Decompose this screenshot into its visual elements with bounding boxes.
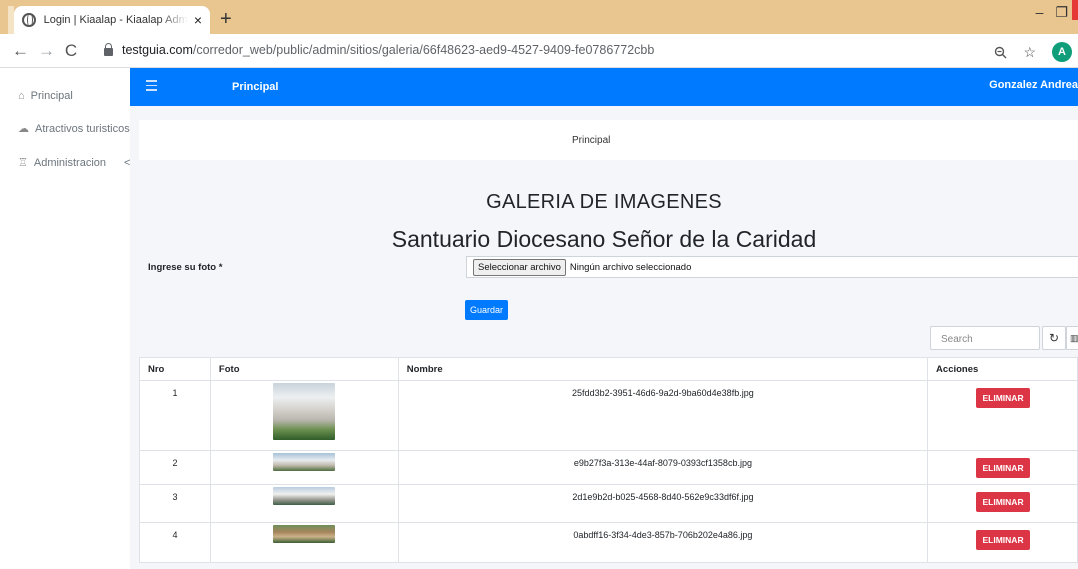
browser-tab-bar: Login | Kiaalap - Kiaalap Admin T × + – … xyxy=(0,0,1078,34)
home-icon: ⌂ xyxy=(18,90,25,102)
actions-cell: ELIMINAR xyxy=(927,484,1078,523)
table-row: 1 25fdd3b2-3951-46d6-9a2d-9ba60d4e38fb.j… xyxy=(139,380,1078,451)
photo-thumbnail xyxy=(273,383,336,440)
photo-thumbnail xyxy=(273,525,336,543)
refresh-icon[interactable]: ↻ xyxy=(1042,326,1066,350)
delete-button[interactable]: ELIMINAR xyxy=(976,388,1031,408)
browser-tab[interactable]: Login | Kiaalap - Kiaalap Admin T × xyxy=(14,6,210,34)
tab-close-icon[interactable]: × xyxy=(194,12,202,28)
row-number: 3 xyxy=(139,484,211,523)
close-window-icon[interactable] xyxy=(1072,0,1078,20)
sidebar-item-administracion[interactable]: ♖ Administracion < xyxy=(18,156,130,170)
row-number: 1 xyxy=(139,380,211,451)
address-bar: ← → C testguia.com/corredor_web/public/a… xyxy=(0,34,1078,68)
zoom-icon[interactable] xyxy=(994,46,1007,59)
breadcrumb-label: Principal xyxy=(572,135,611,146)
breadcrumb: Principal xyxy=(139,120,1078,160)
top-navbar: Principal Gonzalez Andrea xyxy=(130,68,1078,106)
sidebar-item-label: Administracion xyxy=(33,156,107,169)
choose-file-button[interactable]: Seleccionar archivo xyxy=(473,258,566,276)
user-menu[interactable]: Gonzalez Andrea xyxy=(989,79,1078,91)
actions-cell: ELIMINAR xyxy=(927,450,1078,485)
lock-icon xyxy=(104,43,113,56)
photo-thumbnail xyxy=(273,487,336,505)
bookmark-star-icon[interactable]: ☆ xyxy=(1023,44,1036,61)
new-tab-button[interactable]: + xyxy=(220,8,232,31)
url-path: /corredor_web/public/admin/sitios/galeri… xyxy=(192,43,655,57)
file-name: e9b27f3a-313e-44af-8079-0393cf1358cb.jpg xyxy=(397,450,929,485)
delete-button[interactable]: ELIMINAR xyxy=(976,530,1031,550)
admin-icon: ♖ xyxy=(18,157,28,169)
globe-icon xyxy=(22,13,36,27)
url-field[interactable]: testguia.com/corredor_web/public/admin/s… xyxy=(104,43,654,57)
photo-cell xyxy=(209,484,399,523)
file-status: Ningún archivo seleccionado xyxy=(569,261,692,273)
delete-button[interactable]: ELIMINAR xyxy=(976,458,1031,478)
sidebar-item-atractivos[interactable]: ☁ Atractivos turisticos xyxy=(18,122,130,136)
photo-cell xyxy=(209,450,399,485)
page-title: GALERIA DE IMAGENES xyxy=(486,191,722,213)
tab-title: Login | Kiaalap - Kiaalap Admin T xyxy=(43,14,188,26)
save-button[interactable]: Guardar xyxy=(465,300,508,320)
reload-icon[interactable]: C xyxy=(64,41,78,61)
table-row: 2 e9b27f3a-313e-44af-8079-0393cf1358cb.j… xyxy=(139,450,1078,485)
column-header-foto[interactable]: Foto xyxy=(209,357,399,381)
actions-cell: ELIMINAR xyxy=(927,380,1078,451)
table-header-row: Nro Foto Nombre Acciones xyxy=(139,357,1078,381)
photo-thumbnail xyxy=(273,453,336,471)
file-input[interactable]: Seleccionar archivo Ningún archivo selec… xyxy=(466,256,1078,278)
file-name: 25fdd3b2-3951-46d6-9a2d-9ba60d4e38fb.jpg xyxy=(397,380,929,451)
restore-icon[interactable]: ❐ xyxy=(1055,4,1068,21)
row-number: 2 xyxy=(139,450,211,485)
upload-label: Ingrese su foto * xyxy=(148,262,223,273)
back-icon[interactable]: ← xyxy=(12,41,29,61)
columns-toggle-icon[interactable]: ▥ xyxy=(1066,326,1078,350)
site-name-heading: Santuario Diocesano Señor de la Caridad xyxy=(391,226,817,252)
column-header-nombre[interactable]: Nombre xyxy=(397,357,929,381)
nav-home-link[interactable]: Principal xyxy=(232,81,278,93)
sidebar-item-principal[interactable]: ⌂ Principal xyxy=(18,90,73,102)
minimize-icon[interactable]: – xyxy=(1036,4,1044,21)
sidebar-item-label: Principal xyxy=(30,90,73,102)
actions-cell: ELIMINAR xyxy=(927,522,1078,563)
cloud-icon: ☁ xyxy=(18,123,29,135)
forward-icon[interactable]: → xyxy=(38,41,55,61)
address-bar-actions: ☆ A xyxy=(994,42,1072,62)
sidebar-item-label: Atractivos turisticos xyxy=(35,122,130,135)
file-name: 0abdff16-3f34-4de3-857b-706b202e4a86.jpg xyxy=(397,522,929,563)
table-row: 3 2d1e9b2d-b025-4568-8d40-562e9c33df6f.j… xyxy=(139,484,1078,523)
search-input[interactable]: Search xyxy=(930,326,1040,350)
column-header-nro[interactable]: Nro xyxy=(139,357,211,381)
row-number: 4 xyxy=(139,522,211,563)
profile-avatar[interactable]: A xyxy=(1052,42,1072,62)
column-header-acciones[interactable]: Acciones xyxy=(927,357,1078,381)
window-controls: – ❐ xyxy=(1036,4,1068,21)
photo-cell xyxy=(209,380,399,451)
url-host: testguia.com xyxy=(122,43,193,57)
menu-toggle-icon[interactable] xyxy=(146,80,157,94)
file-name: 2d1e9b2d-b025-4568-8d40-562e9c33df6f.jpg xyxy=(397,484,929,523)
gallery-table: Nro Foto Nombre Acciones 1 25fdd3b2-3951… xyxy=(139,357,1078,563)
sidebar: ⌂ Principal ☁ Atractivos turisticos ♖ Ad… xyxy=(0,68,130,569)
delete-button[interactable]: ELIMINAR xyxy=(976,492,1031,512)
table-row: 4 0abdff16-3f34-4de3-857b-706b202e4a86.j… xyxy=(139,522,1078,563)
photo-cell xyxy=(209,522,399,563)
